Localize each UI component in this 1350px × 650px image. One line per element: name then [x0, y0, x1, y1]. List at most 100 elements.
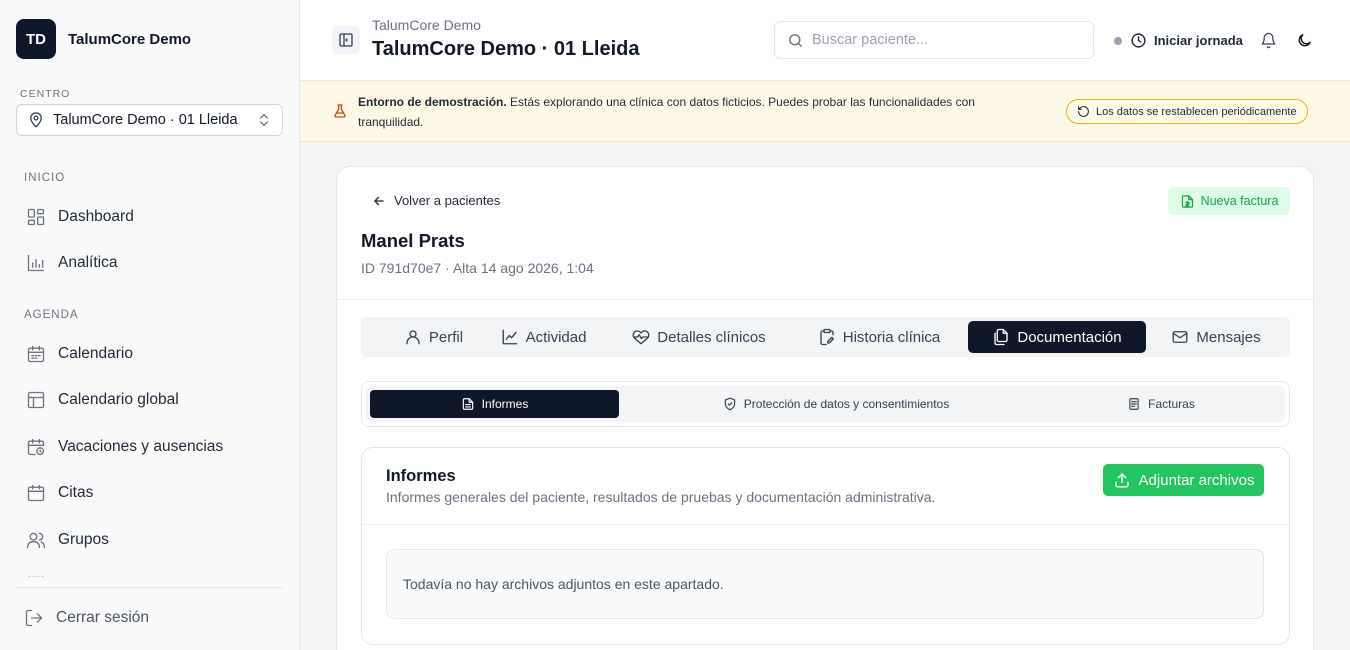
moon-icon [1296, 32, 1313, 49]
back-to-patients-link[interactable]: Volver a pacientes [372, 193, 500, 208]
nav-item-citas[interactable]: Citas [16, 475, 283, 511]
activity-chart-icon [501, 328, 519, 346]
banner-bold: Entorno de demostración. [358, 95, 507, 109]
banner-reset-badge: Los datos se restablecen periódicamente [1066, 99, 1308, 124]
nav-item-calendario-global[interactable]: Calendario global [16, 382, 283, 418]
tab-historia-clinica[interactable]: Historia clínica [809, 321, 949, 353]
calendar-icon [26, 483, 46, 503]
tab-label: Detalles clínicos [657, 328, 766, 346]
patient-tabs: Perfil Actividad Detalles clínicos Histo… [361, 317, 1290, 357]
center-select-value: TalumCore Demo · 01 Lleida [53, 112, 238, 128]
nav-item-label: Grupos [58, 531, 109, 548]
logout-label: Cerrar sesión [56, 609, 150, 626]
search-icon [787, 32, 804, 49]
page-title: TalumCore Demo · 01 Lleida [372, 38, 640, 60]
user-icon [404, 328, 422, 346]
files-icon [992, 328, 1010, 346]
clock-icon [1130, 32, 1147, 49]
subtab-facturas[interactable]: Facturas [1086, 390, 1236, 418]
shield-check-icon [723, 397, 737, 411]
start-shift-label: Iniciar jornada [1154, 32, 1243, 48]
subtab-informes[interactable]: Informes [370, 390, 619, 418]
scroll-hint [28, 576, 44, 577]
section-label-inicio: INICIO [24, 172, 66, 184]
center-label: CENTRO [20, 88, 71, 100]
section-label-agenda: AGENDA [24, 309, 79, 321]
subtab-label: Facturas [1148, 397, 1195, 411]
file-invoice-icon [1180, 194, 1195, 209]
bell-icon [1260, 32, 1277, 49]
nav-item-label: Vacaciones y ausencias [58, 438, 224, 455]
nav-item-label: Calendario [58, 345, 133, 362]
banner-text: Entorno de demostración. Estás explorand… [358, 92, 1018, 132]
new-invoice-label: Nueva factura [1200, 194, 1279, 208]
reports-section: Informes Informes generales del paciente… [361, 447, 1290, 645]
flask-icon [332, 103, 348, 119]
card-divider [337, 299, 1313, 300]
layout-icon [26, 390, 46, 410]
nav-item-grupos[interactable]: Grupos [16, 522, 283, 558]
new-invoice-button[interactable]: Nueva factura [1168, 187, 1290, 215]
dashboard-icon [26, 207, 46, 227]
sidebar: TD TalumCore Demo CENTRO TalumCore Demo … [0, 0, 300, 650]
sidebar-toggle-button[interactable] [332, 26, 360, 54]
calendar-clock-icon [26, 437, 46, 457]
tab-perfil[interactable]: Perfil [381, 321, 486, 353]
logout-button[interactable]: Cerrar sesión [16, 600, 149, 636]
search-input[interactable] [812, 32, 1072, 48]
logout-icon [24, 608, 44, 628]
mail-icon [1171, 328, 1189, 346]
nav-item-dashboard[interactable]: Dashboard [16, 199, 283, 235]
theme-toggle-button[interactable] [1293, 29, 1315, 51]
sidebar-divider [16, 587, 283, 588]
map-pin-icon [27, 111, 45, 129]
tab-actividad[interactable]: Actividad [491, 321, 596, 353]
empty-state: Todavía no hay archivos adjuntos en este… [386, 549, 1264, 619]
calendar-icon [26, 344, 46, 364]
rotate-icon [1077, 105, 1090, 118]
notifications-button[interactable] [1257, 29, 1279, 51]
nav-item-calendario[interactable]: Calendario [16, 336, 283, 372]
header-subtitle: TalumCore Demo [372, 17, 481, 33]
start-shift-button[interactable]: Iniciar jornada [1130, 29, 1243, 51]
documentation-subtabs: Informes Protección de datos y consentim… [361, 381, 1290, 427]
patient-card: Volver a pacientes Nueva factura Manel P… [336, 166, 1314, 650]
panel-left-icon [338, 32, 354, 48]
chart-icon [26, 253, 46, 273]
nav-item-label: Calendario global [58, 391, 179, 408]
upload-icon [1113, 471, 1131, 489]
tab-documentacion[interactable]: Documentación [968, 321, 1146, 353]
brand[interactable]: TD TalumCore Demo [16, 19, 191, 59]
reports-divider [362, 524, 1289, 525]
receipt-icon [1127, 397, 1141, 411]
brand-name: TalumCore Demo [68, 30, 192, 48]
top-header: TalumCore Demo TalumCore Demo · 01 Lleid… [300, 0, 1350, 81]
center-select[interactable]: TalumCore Demo · 01 Lleida [16, 104, 283, 136]
subtab-proteccion-datos[interactable]: Protección de datos y consentimientos [666, 390, 1006, 418]
arrow-left-icon [372, 194, 386, 208]
brand-logo: TD [16, 19, 56, 59]
nav-item-vacaciones[interactable]: Vacaciones y ausencias [16, 429, 283, 465]
chevrons-up-down-icon [256, 112, 272, 128]
file-text-icon [461, 397, 475, 411]
users-icon [26, 530, 46, 550]
nav-item-analitica[interactable]: Analítica [16, 245, 283, 281]
status-dot [1114, 37, 1122, 45]
patient-meta: ID 791d70e7 · Alta 14 ago 2026, 1:04 [361, 260, 594, 276]
heart-pulse-icon [632, 328, 650, 346]
tab-label: Documentación [1017, 328, 1122, 346]
nav-item-label: Dashboard [58, 208, 134, 225]
tab-label: Actividad [525, 328, 587, 346]
attach-files-button[interactable]: Adjuntar archivos [1103, 464, 1264, 496]
tab-mensajes[interactable]: Mensajes [1161, 321, 1271, 353]
clipboard-edit-icon [818, 328, 836, 346]
tab-label: Mensajes [1196, 328, 1261, 346]
tab-label: Perfil [428, 328, 464, 346]
nav-item-label: Analítica [58, 254, 118, 271]
search-box[interactable] [774, 21, 1094, 59]
banner-reset-label: Los datos se restablecen periódicamente [1096, 105, 1297, 118]
back-link-label: Volver a pacientes [394, 193, 501, 208]
reports-title: Informes [386, 467, 456, 485]
reports-description: Informes generales del paciente, resulta… [386, 489, 936, 505]
tab-detalles-clinicos[interactable]: Detalles clínicos [629, 321, 769, 353]
